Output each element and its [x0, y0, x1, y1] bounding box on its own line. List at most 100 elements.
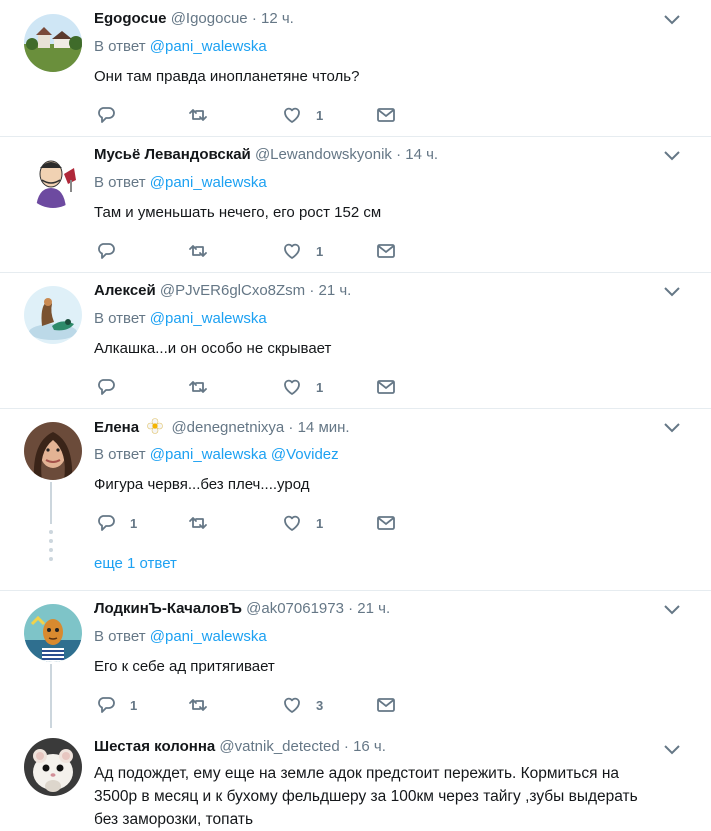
like-button[interactable]: 1 — [282, 104, 323, 126]
tweet-header: Мусьё Левандовскай @Lewandowskyonik · 14… — [94, 146, 438, 163]
user-handle[interactable]: @Lewandowskyonik — [255, 146, 392, 163]
envelope-icon — [377, 380, 395, 394]
user-name[interactable]: ЛодкинЪ-КачаловЪ — [94, 600, 242, 617]
reply-prefix: В ответ — [94, 310, 146, 327]
flower-emoji-icon — [147, 418, 164, 434]
separator-dot: · — [309, 282, 315, 299]
dm-button[interactable] — [376, 694, 396, 716]
chevron-down-icon[interactable] — [663, 286, 681, 298]
user-handle[interactable]: @PJvER6glCxo8Zsm — [160, 282, 305, 299]
mention-link[interactable]: @pani_walewska — [150, 174, 267, 191]
avatar[interactable] — [24, 422, 82, 480]
chevron-down-icon[interactable] — [663, 14, 681, 26]
dm-button[interactable] — [376, 104, 396, 126]
retweet-icon — [189, 245, 207, 257]
mention-link[interactable]: @pani_walewska — [150, 38, 267, 55]
envelope-icon — [377, 698, 395, 712]
retweet-button[interactable] — [188, 240, 208, 262]
timestamp[interactable]: 12 ч. — [261, 10, 294, 27]
reply-prefix: В ответ — [94, 446, 146, 463]
user-name[interactable]: Мусьё Левандовскай — [94, 146, 251, 163]
show-more-replies-link[interactable]: еще 1 ответ — [94, 555, 177, 572]
tweet-actions: 1 — [96, 104, 416, 126]
separator-dot: · — [288, 419, 294, 436]
separator-dot: · — [251, 10, 257, 27]
like-button[interactable]: 1 — [282, 512, 323, 534]
timestamp[interactable]: 14 ч. — [405, 146, 438, 163]
tweet-actions: 1 1 — [96, 512, 416, 534]
chevron-down-icon[interactable] — [663, 744, 681, 756]
avatar[interactable] — [24, 150, 82, 208]
tweet-text: Там и уменьшать нечего, его рост 152 см — [94, 204, 382, 221]
separator-dot: · — [343, 738, 349, 755]
reply-count: 1 — [130, 697, 138, 713]
tweet-header: Egogocue @Igogocue · 12 ч. — [94, 10, 294, 27]
retweet-icon — [189, 381, 207, 393]
user-handle[interactable]: @ak07061973 — [246, 600, 344, 617]
retweet-button[interactable] — [188, 104, 208, 126]
reply-prefix: В ответ — [94, 628, 146, 645]
tweet[interactable]: Мусьё Левандовскай @Lewandowskyonik · 14… — [0, 136, 711, 272]
heart-icon — [284, 379, 300, 395]
retweet-button[interactable] — [188, 376, 208, 398]
like-button[interactable]: 3 — [282, 694, 323, 716]
mention-link[interactable]: @pani_walewska — [150, 446, 267, 463]
heart-icon — [284, 515, 300, 531]
user-handle[interactable]: @denegnetnixya — [171, 419, 284, 436]
tweet[interactable]: Шестая колонна @vatnik_detected · 16 ч. … — [0, 728, 711, 831]
like-count: 1 — [316, 107, 324, 123]
avatar[interactable] — [24, 604, 82, 662]
chevron-down-icon[interactable] — [663, 422, 681, 434]
reply-to: В ответ @pani_walewska — [94, 628, 267, 645]
like-count: 1 — [316, 243, 324, 259]
like-button[interactable]: 1 — [282, 240, 323, 262]
tweet[interactable]: ЛодкинЪ-КачаловЪ @ak07061973 · 21 ч. В о… — [0, 590, 711, 726]
separator-dot: · — [348, 600, 354, 617]
reply-button[interactable] — [96, 376, 130, 398]
dm-button[interactable] — [376, 512, 396, 534]
tweet-text: Они там правда инопланетяне чтоль? — [94, 68, 360, 85]
mention-link[interactable]: @pani_walewska — [150, 310, 267, 327]
user-name[interactable]: Шестая колонна — [94, 738, 215, 755]
reply-button[interactable]: 1 — [96, 512, 137, 534]
user-handle[interactable]: @vatnik_detected — [219, 738, 339, 755]
reply-button[interactable] — [96, 240, 130, 262]
tweet[interactable]: Алексей @PJvER6glCxo8Zsm · 21 ч. В ответ… — [0, 272, 711, 408]
like-button[interactable]: 1 — [282, 376, 323, 398]
user-name[interactable]: Алексей — [94, 282, 156, 299]
reply-button[interactable] — [96, 104, 130, 126]
timestamp[interactable]: 21 ч. — [357, 600, 390, 617]
reply-count: 1 — [130, 515, 138, 531]
dm-button[interactable] — [376, 376, 396, 398]
like-count: 1 — [316, 379, 324, 395]
tweet-text: Его к себе ад притягивает — [94, 658, 275, 675]
reply-button[interactable]: 1 — [96, 694, 137, 716]
dm-button[interactable] — [376, 240, 396, 262]
tweet[interactable]: Egogocue @Igogocue · 12 ч. В ответ @pani… — [0, 0, 711, 136]
retweet-button[interactable] — [188, 694, 208, 716]
timestamp[interactable]: 21 ч. — [319, 282, 352, 299]
timestamp[interactable]: 16 ч. — [353, 738, 386, 755]
reply-to: В ответ @pani_walewska — [94, 174, 267, 191]
heart-icon — [284, 107, 300, 123]
avatar[interactable] — [24, 286, 82, 344]
retweet-icon — [189, 517, 207, 529]
chevron-down-icon[interactable] — [663, 604, 681, 616]
avatar[interactable] — [24, 14, 82, 72]
envelope-icon — [377, 244, 395, 258]
thread-line — [50, 482, 52, 524]
avatar[interactable] — [24, 738, 82, 796]
retweet-icon — [189, 109, 207, 121]
retweet-button[interactable] — [188, 512, 208, 534]
user-name[interactable]: Елена — [94, 419, 139, 436]
mention-link[interactable]: @Vovidez — [271, 446, 339, 463]
chevron-down-icon[interactable] — [663, 150, 681, 162]
reply-to: В ответ @pani_walewska @Vovidez — [94, 446, 339, 463]
mention-link[interactable]: @pani_walewska — [150, 628, 267, 645]
tweet[interactable]: Елена @denegnetnixya · 14 мин. В ответ @… — [0, 408, 711, 544]
user-handle[interactable]: @Igogocue — [171, 10, 248, 27]
user-name[interactable]: Egogocue — [94, 10, 167, 27]
thread-line — [50, 664, 52, 728]
retweet-icon — [189, 699, 207, 711]
timestamp[interactable]: 14 мин. — [298, 419, 350, 436]
